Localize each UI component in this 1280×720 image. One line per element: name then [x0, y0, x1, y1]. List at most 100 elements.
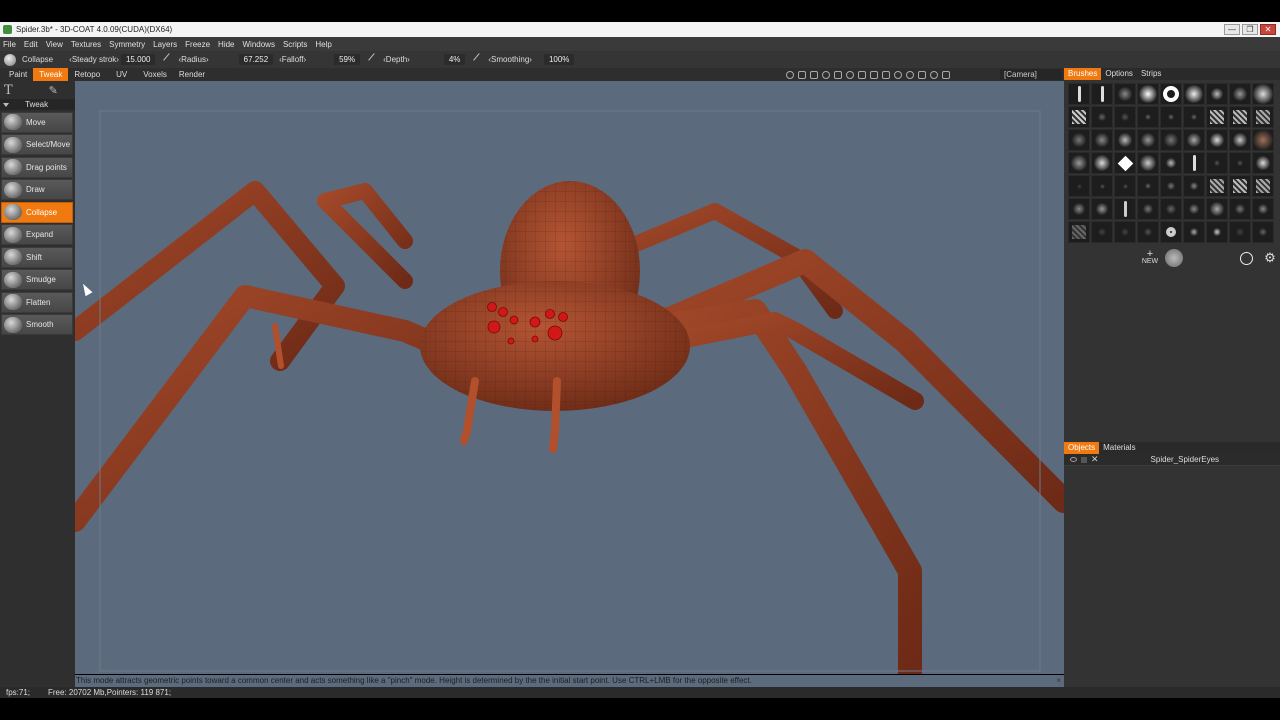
brush-slot[interactable]: [1137, 83, 1159, 105]
menu-scripts[interactable]: Scripts: [283, 40, 307, 49]
minimize-button[interactable]: —: [1224, 24, 1240, 35]
menu-help[interactable]: Help: [315, 40, 331, 49]
brush-slot[interactable]: [1252, 175, 1274, 197]
room-retopo[interactable]: Retopo: [68, 68, 106, 81]
tool-smudge[interactable]: Smudge: [1, 269, 73, 290]
brush-slot[interactable]: [1114, 198, 1136, 220]
brush-slot[interactable]: [1068, 175, 1090, 197]
tweak-section-header[interactable]: Tweak: [0, 99, 75, 110]
brush-slot[interactable]: [1206, 106, 1228, 128]
menu-layers[interactable]: Layers: [153, 40, 177, 49]
brush-slot[interactable]: [1137, 152, 1159, 174]
text-tool-icon[interactable]: T: [4, 83, 13, 98]
brush-slot[interactable]: [1114, 83, 1136, 105]
brush-slot[interactable]: [1183, 106, 1205, 128]
brush-slot[interactable]: [1160, 198, 1182, 220]
brush-slot[interactable]: [1137, 221, 1159, 243]
menu-textures[interactable]: Textures: [71, 40, 101, 49]
eye-icon[interactable]: [1070, 457, 1077, 462]
lock-icon[interactable]: [1081, 456, 1087, 463]
room-render[interactable]: Render: [173, 68, 211, 81]
camera-select[interactable]: [Camera]: [1000, 69, 1070, 80]
steady-stroke-toggle[interactable]: ‹Steady strok›: [69, 55, 119, 64]
brush-slot[interactable]: [1068, 152, 1090, 174]
brush-slot[interactable]: [1068, 198, 1090, 220]
brush-slot[interactable]: [1206, 129, 1228, 151]
brush-slot[interactable]: [1091, 175, 1113, 197]
brush-slot[interactable]: [1114, 106, 1136, 128]
brush-slot[interactable]: [1091, 198, 1113, 220]
close-icon[interactable]: ✕: [1091, 454, 1099, 465]
brush-slot[interactable]: [1229, 106, 1251, 128]
pencil-icon[interactable]: ✎: [49, 84, 58, 97]
frame-icon[interactable]: [870, 70, 878, 79]
brush-slot[interactable]: [1068, 106, 1090, 128]
brush-slot[interactable]: [1091, 106, 1113, 128]
tab-options[interactable]: Options: [1101, 68, 1137, 80]
scale-icon[interactable]: [810, 70, 818, 79]
gear-icon[interactable]: ⚙: [1260, 248, 1280, 268]
falloff-value-field[interactable]: 59%: [334, 54, 361, 65]
brush-slot[interactable]: [1212, 248, 1232, 268]
tool-flatten[interactable]: Flatten: [1, 291, 73, 313]
brush-slot[interactable]: [1160, 221, 1182, 243]
brush-slot[interactable]: [1137, 106, 1159, 128]
brush-slot[interactable]: [1206, 152, 1228, 174]
viewport-3d[interactable]: [75, 81, 1064, 674]
snap-icon[interactable]: [930, 70, 938, 79]
brush-slot[interactable]: [1252, 221, 1274, 243]
object-row[interactable]: ✕ Spider_SpiderEyes: [1064, 454, 1280, 466]
grid-icon[interactable]: [918, 70, 926, 79]
brush-slot[interactable]: [1183, 152, 1205, 174]
brush-slot[interactable]: [1091, 83, 1113, 105]
circle-brush-icon[interactable]: [1236, 248, 1256, 268]
brush-slot[interactable]: [1229, 129, 1251, 151]
brush-slot[interactable]: [1160, 106, 1182, 128]
brush-slot[interactable]: [1183, 175, 1205, 197]
brush-slot[interactable]: [1252, 106, 1274, 128]
brush-slot[interactable]: [1188, 248, 1208, 268]
brush-slot[interactable]: [1252, 83, 1274, 105]
brush-slot[interactable]: [1160, 152, 1182, 174]
smoothing-label[interactable]: ‹Smoothing›: [488, 55, 532, 64]
brush-slot[interactable]: [1137, 129, 1159, 151]
brush-slot[interactable]: [1068, 129, 1090, 151]
brush-slot[interactable]: [1183, 129, 1205, 151]
room-voxels[interactable]: Voxels: [137, 68, 173, 81]
fit-icon[interactable]: [882, 70, 890, 79]
brush-slot[interactable]: [1091, 221, 1113, 243]
move-icon[interactable]: [834, 70, 842, 79]
play-icon[interactable]: [858, 70, 866, 79]
brush-slot[interactable]: [1206, 83, 1228, 105]
brush-slot[interactable]: [1091, 129, 1113, 151]
brush-slot[interactable]: [1114, 152, 1136, 174]
light-icon[interactable]: [798, 70, 806, 79]
maximize-button[interactable]: ❐: [1242, 24, 1258, 35]
brush-slot[interactable]: [1160, 175, 1182, 197]
menu-freeze[interactable]: Freeze: [185, 40, 210, 49]
rotate-icon[interactable]: [822, 70, 830, 79]
tool-drag-points[interactable]: Drag points: [1, 156, 73, 178]
sun-icon[interactable]: [786, 70, 794, 79]
zoom-icon[interactable]: [846, 70, 854, 79]
brush-slot[interactable]: [1114, 129, 1136, 151]
brush-slot[interactable]: [1068, 83, 1090, 105]
brush-slot[interactable]: [1183, 221, 1205, 243]
radius-value-field[interactable]: 67.252: [238, 54, 274, 65]
tool-move[interactable]: Move: [1, 111, 73, 133]
smoothing-value-field[interactable]: 100%: [543, 54, 575, 65]
brush-slot[interactable]: [1114, 175, 1136, 197]
brush-slot[interactable]: [1229, 198, 1251, 220]
falloff-label[interactable]: ‹Falloff›: [279, 55, 306, 64]
tool-select-move[interactable]: Select/Move: [1, 134, 73, 155]
room-paint[interactable]: Paint: [3, 68, 33, 81]
brush-slot[interactable]: [1137, 198, 1159, 220]
new-brush-button[interactable]: + NEW: [1140, 248, 1160, 268]
brush-slot[interactable]: [1114, 221, 1136, 243]
menu-symmetry[interactable]: Symmetry: [109, 40, 145, 49]
close-hint-icon[interactable]: ×: [1056, 675, 1061, 687]
menu-edit[interactable]: Edit: [24, 40, 38, 49]
brush-slot[interactable]: [1183, 83, 1205, 105]
brush-slot[interactable]: [1252, 198, 1274, 220]
depth-label[interactable]: ‹Depth›: [383, 55, 410, 64]
